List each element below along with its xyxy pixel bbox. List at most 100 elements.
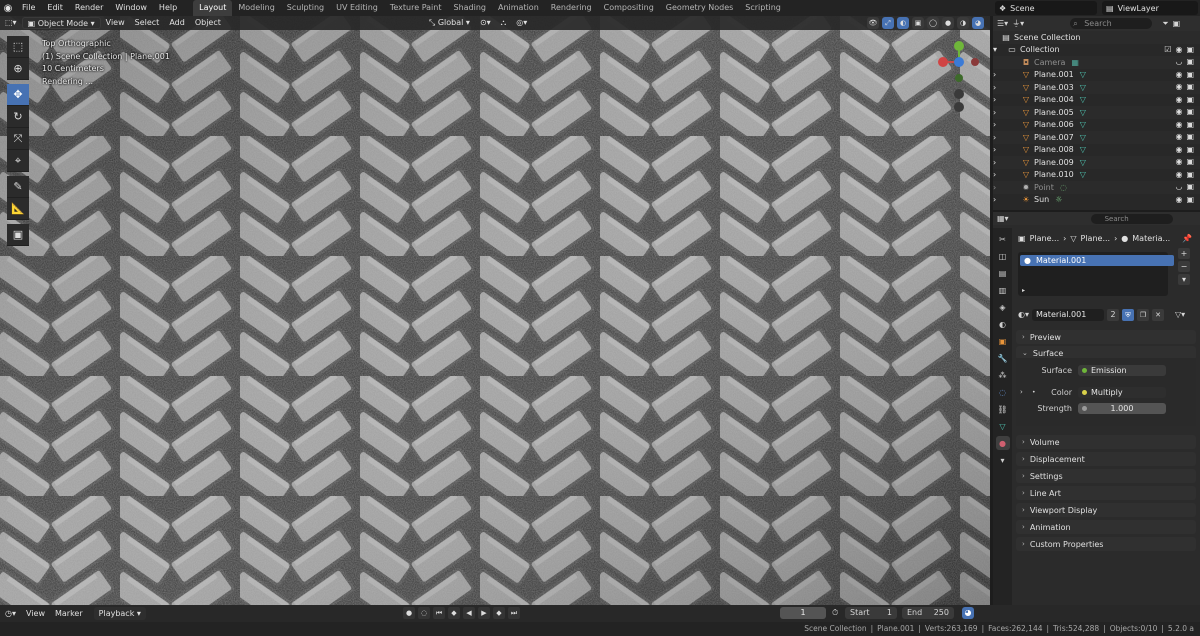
browse-material-icon[interactable]: ◐▾: [1018, 310, 1029, 319]
add-cube-icon[interactable]: ▣: [7, 224, 29, 246]
panel-custom-properties[interactable]: › Custom Properties: [1016, 537, 1196, 551]
auto-keying-icon[interactable]: ●: [403, 607, 415, 619]
camera-render-icon[interactable]: ▣: [1186, 70, 1194, 79]
slot-menu-icon[interactable]: ▸: [1022, 287, 1025, 294]
menu-edit[interactable]: Edit: [41, 0, 69, 16]
annotate-icon[interactable]: ✎: [7, 176, 29, 198]
slot-specials-button[interactable]: ▾: [1178, 274, 1190, 285]
material-name-field[interactable]: Material.001: [1032, 308, 1104, 321]
cursor-icon[interactable]: ⊕: [7, 58, 29, 80]
measure-icon[interactable]: 📐: [7, 198, 29, 220]
overlay-toggle-icon[interactable]: ◐: [897, 17, 909, 29]
material-slot-item[interactable]: ● Material.001: [1020, 255, 1174, 266]
camera-render-icon[interactable]: ▣: [1186, 145, 1194, 154]
eye-icon[interactable]: ◉: [1175, 107, 1182, 116]
prev-keyframe-icon[interactable]: ◆: [448, 607, 460, 619]
jump-end-icon[interactable]: ⏭: [508, 607, 520, 619]
outliner-item-plane-008[interactable]: › ▽ Plane.008 ▽ ◉ ▣: [993, 144, 1200, 157]
viewport-menu-object[interactable]: Object: [190, 17, 226, 29]
fake-user-icon[interactable]: ⛨: [1122, 308, 1134, 321]
collection-row[interactable]: ▾ ▭ Collection ☑ ◉ ▣: [993, 44, 1200, 57]
eye-icon[interactable]: ◉: [1175, 95, 1182, 104]
tab-uv-editing[interactable]: UV Editing: [330, 0, 384, 16]
tab-rendering[interactable]: Rendering: [545, 0, 598, 16]
breadcrumb-object[interactable]: Plane...: [1030, 234, 1060, 243]
pivot-icon[interactable]: ⊙▾: [475, 17, 496, 29]
eye-icon[interactable]: ◉: [1175, 45, 1182, 54]
tab-sculpting[interactable]: Sculpting: [281, 0, 330, 16]
mode-dropdown[interactable]: ▣ Object Mode ▾: [21, 17, 101, 29]
view-layer-selector[interactable]: ▤ ViewLayer: [1102, 1, 1198, 15]
link-type-icon[interactable]: ▽▾: [1175, 310, 1185, 319]
panel-volume[interactable]: › Volume: [1016, 435, 1196, 449]
select-box-icon[interactable]: ⬚: [7, 36, 29, 58]
tab-geometry-nodes[interactable]: Geometry Nodes: [660, 0, 739, 16]
shading-rendered-icon[interactable]: ◕: [972, 17, 984, 29]
tab-scripting[interactable]: Scripting: [739, 0, 787, 16]
render-tab-icon[interactable]: ◫: [996, 249, 1010, 263]
scene-tab-icon[interactable]: ◈: [996, 300, 1010, 314]
next-keyframe-icon[interactable]: ◆: [493, 607, 505, 619]
start-frame-field[interactable]: Start 1: [845, 607, 897, 619]
view-layer-tab-icon[interactable]: ▥: [996, 283, 1010, 297]
scene-selector[interactable]: ❖ Scene: [995, 1, 1097, 15]
scale-icon[interactable]: ⤧: [7, 128, 29, 150]
eye-icon[interactable]: ◉: [1175, 157, 1182, 166]
pin-icon[interactable]: 📌: [1182, 234, 1198, 243]
outliner-item-plane-001[interactable]: › ▽ Plane.001 ▽ ◉ ▣: [993, 69, 1200, 82]
outliner-item-plane-006[interactable]: › ▽ Plane.006 ▽ ◉ ▣: [993, 119, 1200, 132]
blender-logo-icon[interactable]: ◉: [0, 0, 16, 16]
camera-render-icon[interactable]: ▣: [1186, 132, 1194, 141]
panel-animation[interactable]: › Animation: [1016, 520, 1196, 534]
outliner-editor-icon[interactable]: ☰▾: [997, 19, 1008, 28]
menu-window[interactable]: Window: [109, 0, 153, 16]
play-reverse-icon[interactable]: ◀: [463, 607, 475, 619]
outliner-item-plane-005[interactable]: › ▽ Plane.005 ▽ ◉ ▣: [993, 106, 1200, 119]
modifier-tab-icon[interactable]: 🔧: [996, 351, 1010, 365]
tab-animation[interactable]: Animation: [492, 0, 545, 16]
timeline-menu-marker[interactable]: Marker: [50, 607, 88, 620]
panel-preview[interactable]: › Preview: [1016, 330, 1196, 344]
keying-set-icon[interactable]: ◌: [418, 607, 430, 619]
camera-render-icon[interactable]: ▣: [1186, 157, 1194, 166]
camera-render-icon[interactable]: ▣: [1186, 82, 1194, 91]
camera-render-icon[interactable]: ▣: [1186, 45, 1194, 54]
physics-tab-icon[interactable]: ◌: [996, 385, 1010, 399]
output-tab-icon[interactable]: ▤: [996, 266, 1010, 280]
outliner-item-plane-004[interactable]: › ▽ Plane.004 ▽ ◉ ▣: [993, 94, 1200, 107]
constraints-tab-icon[interactable]: ⛓: [996, 402, 1010, 416]
end-frame-field[interactable]: End 250: [902, 607, 954, 619]
transform-orientation-dropdown[interactable]: ⤡ Global ▾: [424, 17, 475, 29]
particles-tab-icon[interactable]: ⁂: [996, 368, 1010, 382]
eye-icon[interactable]: ◉: [1175, 70, 1182, 79]
camera-render-icon[interactable]: ▣: [1186, 170, 1194, 179]
eye-icon[interactable]: ◉: [1175, 195, 1182, 204]
add-slot-button[interactable]: +: [1178, 248, 1190, 259]
viewport-menu-view[interactable]: View: [101, 17, 130, 29]
camera-render-icon[interactable]: ▣: [1186, 107, 1194, 116]
outliner-item-sun[interactable]: › ☀ Sun ☼ ◉ ▣: [993, 194, 1200, 207]
eye-icon[interactable]: ◉: [1175, 170, 1182, 179]
menu-file[interactable]: File: [16, 0, 41, 16]
remove-slot-button[interactable]: −: [1178, 261, 1190, 272]
camera-render-icon[interactable]: ▣: [1186, 57, 1194, 66]
jump-start-icon[interactable]: ⏮: [433, 607, 445, 619]
snap-icon[interactable]: ⛬: [496, 17, 512, 29]
tab-layout[interactable]: Layout: [193, 0, 233, 16]
gizmo-toggle-icon[interactable]: ⤢: [882, 17, 894, 29]
new-collection-icon[interactable]: ▣: [1173, 19, 1181, 28]
properties-editor-icon[interactable]: ▦▾: [997, 214, 1009, 223]
properties-search-input[interactable]: Search: [1090, 213, 1173, 224]
camera-render-icon[interactable]: ▣: [1186, 182, 1194, 191]
outliner-item-plane-009[interactable]: › ▽ Plane.009 ▽ ◉ ▣: [993, 156, 1200, 169]
tab-texture-paint[interactable]: Texture Paint: [384, 0, 448, 16]
eye-closed-icon[interactable]: ◡: [1175, 57, 1182, 66]
eye-icon[interactable]: ◉: [1175, 132, 1182, 141]
strength-field[interactable]: 1.000: [1078, 402, 1166, 414]
breadcrumb-material[interactable]: Materia...: [1132, 234, 1170, 243]
shading-solid-icon[interactable]: ●: [942, 17, 954, 29]
visibility-icon[interactable]: 👁: [867, 17, 879, 29]
breadcrumb-mesh[interactable]: Plane...: [1081, 234, 1111, 243]
shading-wireframe-icon[interactable]: ◯: [927, 17, 939, 29]
tab-compositing[interactable]: Compositing: [598, 0, 660, 16]
